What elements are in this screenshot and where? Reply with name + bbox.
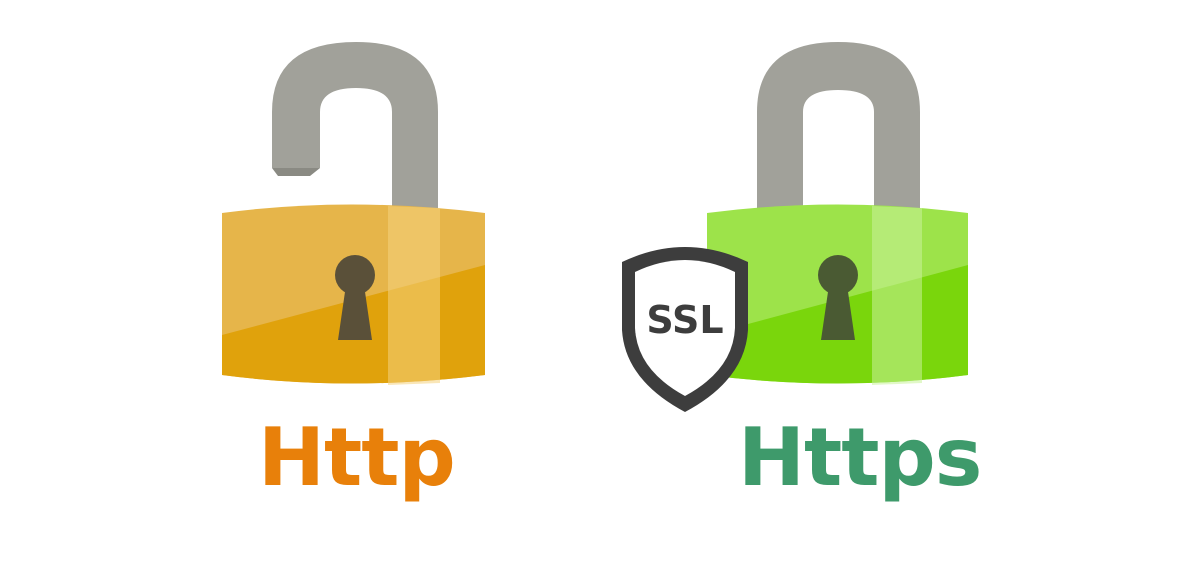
open-lock-shackle: [272, 42, 438, 225]
http-label: Http: [258, 411, 456, 504]
https-label: Https: [738, 411, 982, 504]
illustration: SSL: [222, 42, 968, 412]
faint-watermark: [470, 410, 501, 508]
open-padlock-icon: [222, 42, 485, 385]
ssl-shield-icon: SSL: [622, 247, 748, 412]
ssl-badge-text: SSL: [646, 298, 723, 342]
closed-lock-shackle: [757, 42, 920, 225]
